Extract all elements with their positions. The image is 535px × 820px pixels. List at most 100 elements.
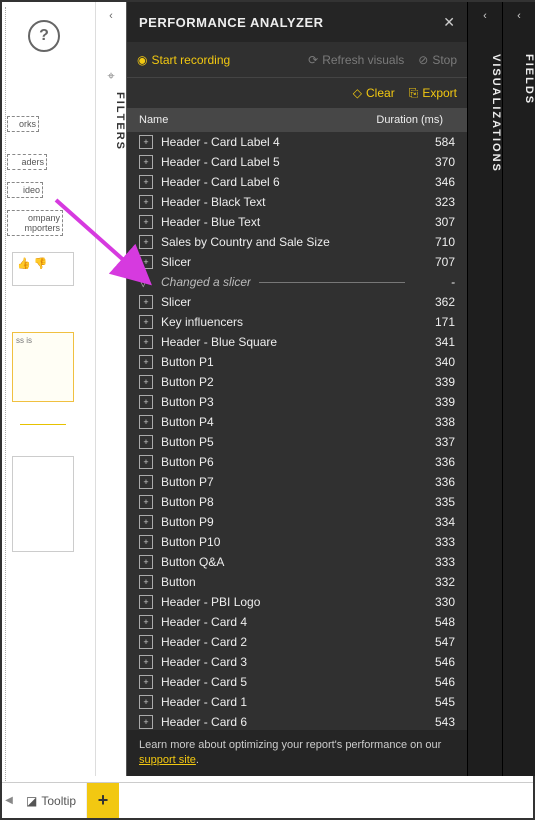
perf-item-row[interactable]: +Header - Card 3546	[127, 652, 467, 672]
fields-pane-collapsed[interactable]: ‹ FIELDS	[502, 2, 535, 776]
fields-expand-chevron-icon[interactable]: ‹	[503, 2, 535, 30]
expand-icon[interactable]: +	[139, 195, 153, 209]
filters-expand-chevron-icon[interactable]: ‹	[96, 2, 126, 30]
expand-icon[interactable]: +	[139, 615, 153, 629]
expand-icon[interactable]: +	[139, 295, 153, 309]
filters-pane-collapsed[interactable]: ‹ ⌖ FILTERS	[95, 2, 127, 776]
perf-row-name: Button Q&A	[161, 555, 405, 569]
perf-item-row[interactable]: +Slicer362	[127, 292, 467, 312]
expand-icon[interactable]: +	[139, 215, 153, 229]
perf-item-row[interactable]: +Header - Card Label 5370	[127, 152, 467, 172]
perf-item-row[interactable]: +Button P9334	[127, 512, 467, 532]
expand-icon[interactable]: +	[139, 635, 153, 649]
close-icon[interactable]: ✕	[443, 14, 455, 31]
perf-event-row[interactable]: ▽Changed a slicer-	[127, 272, 467, 292]
visual-card-1[interactable]: 👍 👎	[12, 252, 74, 286]
visual-card-2[interactable]: ss is	[12, 332, 74, 402]
expand-icon[interactable]: +	[139, 415, 153, 429]
expand-icon[interactable]: +	[139, 315, 153, 329]
expand-icon[interactable]: +	[139, 515, 153, 529]
perf-item-row[interactable]: + Header - Card 2547	[127, 632, 467, 652]
expand-icon[interactable]: +	[139, 575, 153, 589]
perf-item-row[interactable]: +Button P6336	[127, 452, 467, 472]
expand-icon[interactable]: +	[139, 355, 153, 369]
expand-icon[interactable]: +	[139, 535, 153, 549]
expand-icon[interactable]: +	[139, 555, 153, 569]
expand-icon[interactable]: +	[139, 335, 153, 349]
perf-item-row[interactable]: +Header - PBI Logo330	[127, 592, 467, 612]
perf-item-row[interactable]: +Button P10333	[127, 532, 467, 552]
help-icon[interactable]: ?	[28, 20, 60, 52]
perf-item-row[interactable]: +Sales by Country and Sale Size710	[127, 232, 467, 252]
expand-icon[interactable]: +	[139, 395, 153, 409]
perf-row-duration: 543	[405, 715, 455, 729]
perf-item-row[interactable]: +Button P3339	[127, 392, 467, 412]
perf-footer: Learn more about optimizing your report'…	[127, 730, 467, 776]
support-site-link[interactable]: support site	[139, 754, 196, 766]
expand-icon[interactable]: +	[139, 175, 153, 189]
perf-item-row[interactable]: +Slicer707	[127, 252, 467, 272]
expand-icon[interactable]: +	[139, 595, 153, 609]
viz-expand-chevron-icon[interactable]: ‹	[468, 2, 502, 30]
perf-item-row[interactable]: +Header - Card Label 4584	[127, 132, 467, 152]
perf-rows-scroll[interactable]: +Header - Card Label 4584+Header - Card …	[127, 132, 467, 730]
perf-item-row[interactable]: +Header - Card 5546	[127, 672, 467, 692]
feedback-icons[interactable]: 👍 👎	[13, 253, 73, 274]
perf-item-row[interactable]: +Header - Card Label 6346	[127, 172, 467, 192]
perf-row-name: Key influencers	[161, 315, 405, 329]
perf-item-row[interactable]: +Button P5337	[127, 432, 467, 452]
perf-item-row[interactable]: +Header - Card 1545	[127, 692, 467, 712]
perf-row-duration: 346	[405, 175, 455, 189]
perf-item-row[interactable]: +Header - Black Text323	[127, 192, 467, 212]
expand-icon[interactable]: +	[139, 155, 153, 169]
perf-item-row[interactable]: +Button P8335	[127, 492, 467, 512]
perf-item-row[interactable]: +Button Q&A333	[127, 552, 467, 572]
expand-icon[interactable]: +	[139, 675, 153, 689]
perf-item-row[interactable]: +Button332	[127, 572, 467, 592]
perf-row-duration: 339	[405, 375, 455, 389]
perf-row-duration: 335	[405, 495, 455, 509]
add-page-button[interactable]: +	[87, 783, 119, 818]
perf-item-row[interactable]: +Header - Blue Square341	[127, 332, 467, 352]
expand-icon[interactable]: +	[139, 375, 153, 389]
expand-icon[interactable]: +	[139, 695, 153, 709]
expand-icon[interactable]: +	[139, 135, 153, 149]
expand-icon[interactable]: +	[139, 455, 153, 469]
export-button[interactable]: ⎘ Export	[409, 86, 457, 101]
perf-row-name: Slicer	[161, 255, 405, 269]
tab-scroll-left-icon[interactable]: ◀	[2, 783, 16, 818]
perf-row-name: Button P1	[161, 355, 405, 369]
perf-row-duration: 341	[405, 335, 455, 349]
perf-item-row[interactable]: +Button P2339	[127, 372, 467, 392]
perf-item-row[interactable]: +Key influencers171	[127, 312, 467, 332]
perf-row-duration: 710	[405, 235, 455, 249]
perf-item-row[interactable]: +Header - Blue Text307	[127, 212, 467, 232]
expand-icon[interactable]: +	[139, 715, 153, 729]
perf-row-duration: 362	[405, 295, 455, 309]
visual-card-3[interactable]	[12, 456, 74, 552]
expand-icon[interactable]: +	[139, 495, 153, 509]
perf-item-row[interactable]: +Header - Card 4548	[127, 612, 467, 632]
perf-row-duration: 547	[405, 635, 455, 649]
tooltip-tab-label: Tooltip	[41, 794, 76, 808]
perf-item-row[interactable]: +Button P7336	[127, 472, 467, 492]
clear-button[interactable]: ◇ Clear	[353, 86, 395, 100]
expand-icon[interactable]: +	[139, 235, 153, 249]
visual-card-2-text: ss is	[16, 336, 32, 345]
stop-button[interactable]: ⊘ Stop	[418, 53, 457, 67]
expand-icon[interactable]: +	[139, 655, 153, 669]
perf-item-row[interactable]: +Button P1340	[127, 352, 467, 372]
start-recording-button[interactable]: ◉ Start recording	[137, 53, 230, 67]
perf-row-name: Header - Card 2	[161, 635, 405, 649]
perf-item-row[interactable]: +Header - Card 6543	[127, 712, 467, 730]
page-tab-tooltip[interactable]: ◪ Tooltip	[16, 783, 87, 818]
refresh-visuals-label: Refresh visuals	[322, 53, 404, 67]
refresh-visuals-button[interactable]: ⟳ Refresh visuals	[308, 53, 404, 67]
visualizations-pane-collapsed[interactable]: ‹ VISUALIZATIONS	[467, 2, 502, 776]
perf-row-duration: 336	[405, 455, 455, 469]
expand-icon[interactable]: +	[139, 255, 153, 269]
record-icon: ◉	[137, 53, 147, 67]
expand-icon[interactable]: +	[139, 435, 153, 449]
perf-item-row[interactable]: +Button P4338	[127, 412, 467, 432]
expand-icon[interactable]: +	[139, 475, 153, 489]
